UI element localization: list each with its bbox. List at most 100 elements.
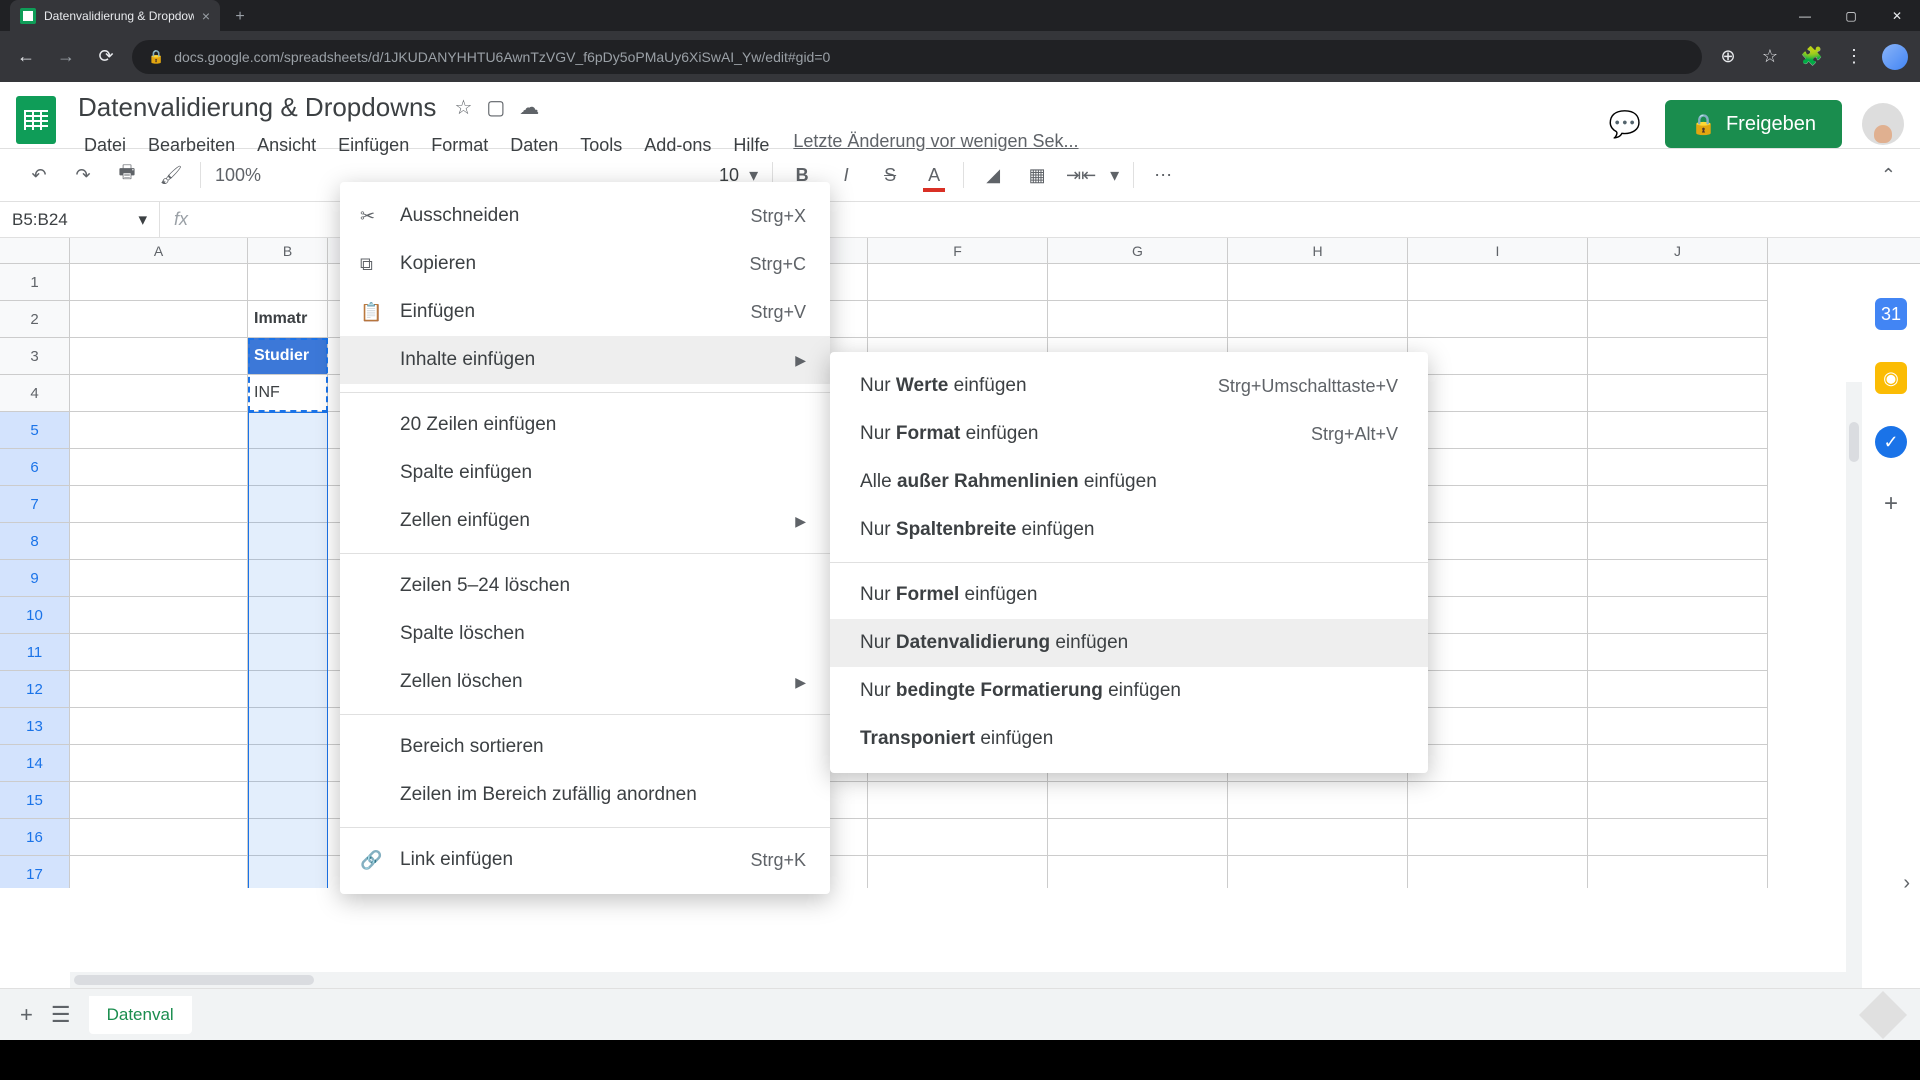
cell[interactable] [868,856,1048,888]
cell[interactable] [1408,819,1588,856]
cell[interactable] [70,264,248,301]
cell[interactable] [70,523,248,560]
ctx-randomize[interactable]: Zeilen im Bereich zufällig anordnen [340,771,830,819]
text-color-button[interactable]: A [919,160,949,190]
cell[interactable] [1588,338,1768,375]
cell[interactable] [248,597,328,634]
cell[interactable] [248,560,328,597]
col-header[interactable]: J [1588,238,1768,263]
strike-button[interactable]: S [875,160,905,190]
cell[interactable] [1588,412,1768,449]
side-panel-chevron-icon[interactable]: › [1903,872,1910,895]
cell[interactable] [248,708,328,745]
collapse-toolbar-icon[interactable]: ⌃ [1881,165,1896,186]
paint-format-button[interactable]: 🖌 [156,160,186,190]
cell[interactable] [1228,264,1408,301]
menu-file[interactable]: Datei [74,131,136,160]
forward-button[interactable]: → [52,46,80,67]
row-header[interactable]: 4 [0,375,70,412]
cell[interactable] [1048,264,1228,301]
ctx-insert-col[interactable]: Spalte einfügen [340,449,830,497]
cell[interactable] [1408,338,1588,375]
share-button[interactable]: 🔒 Freigeben [1665,100,1842,148]
cell[interactable] [70,301,248,338]
cell[interactable] [1588,264,1768,301]
tasks-icon[interactable]: ✓ [1875,426,1907,458]
cell[interactable] [1588,597,1768,634]
cell[interactable] [868,819,1048,856]
cell[interactable] [1588,782,1768,819]
last-edit-link[interactable]: Letzte Änderung vor wenigen Sek... [793,131,1078,160]
row-header[interactable]: 5 [0,412,70,449]
cell[interactable] [1408,671,1588,708]
maximize-button[interactable]: ▢ [1828,0,1874,31]
cell[interactable] [248,449,328,486]
reload-button[interactable]: ⟳ [92,46,120,67]
sheet-tab[interactable]: Datenval [89,996,192,1034]
cell[interactable] [1408,264,1588,301]
row-header[interactable]: 12 [0,671,70,708]
menu-view[interactable]: Ansicht [247,131,326,160]
more-button[interactable]: ⋯ [1148,160,1178,190]
chevron-down-icon[interactable]: ▾ [1110,165,1119,186]
ctx-paste[interactable]: 📋 Einfügen Strg+V [340,288,830,336]
sub-formula-only[interactable]: Nur Formel einfügen [830,571,1428,619]
cell[interactable] [70,338,248,375]
cell[interactable] [1408,301,1588,338]
row-header[interactable]: 10 [0,597,70,634]
row-header[interactable]: 8 [0,523,70,560]
redo-button[interactable]: ↷ [68,160,98,190]
horizontal-scrollbar[interactable] [70,972,1862,988]
menu-addons[interactable]: Add-ons [634,131,721,160]
ctx-delete-rows[interactable]: Zeilen 5–24 löschen [340,562,830,610]
add-sheet-button[interactable]: + [20,1002,33,1028]
close-icon[interactable]: × [202,8,210,24]
ctx-cut[interactable]: ✂ Ausschneiden Strg+X [340,192,830,240]
extensions-icon[interactable]: 🧩 [1798,46,1826,67]
row-header[interactable]: 7 [0,486,70,523]
ctx-copy[interactable]: ⧉ Kopieren Strg+C [340,240,830,288]
address-bar[interactable]: 🔒 docs.google.com/spreadsheets/d/1JKUDAN… [132,40,1702,74]
cell[interactable] [70,819,248,856]
bookmark-icon[interactable]: ☆ [1756,46,1784,67]
sub-data-validation-only[interactable]: Nur Datenvalidierung einfügen [830,619,1428,667]
cell[interactable] [1408,560,1588,597]
cloud-icon[interactable]: ☁ [519,95,539,120]
cell[interactable] [1048,819,1228,856]
sub-format-only[interactable]: Nur Format einfügen Strg+Alt+V [830,410,1428,458]
col-header[interactable]: I [1408,238,1588,263]
col-header[interactable]: F [868,238,1048,263]
zoom-select[interactable]: 100% [215,165,261,186]
cell[interactable] [1588,560,1768,597]
menu-insert[interactable]: Einfügen [328,131,419,160]
cell[interactable] [1588,708,1768,745]
ctx-insert-rows[interactable]: 20 Zeilen einfügen [340,401,830,449]
cell[interactable] [868,301,1048,338]
cell[interactable] [70,856,248,888]
ctx-delete-cells[interactable]: Zellen löschen ▶ [340,658,830,706]
menu-edit[interactable]: Bearbeiten [138,131,245,160]
cell[interactable] [70,634,248,671]
cell[interactable] [1408,486,1588,523]
sub-colwidth-only[interactable]: Nur Spaltenbreite einfügen [830,506,1428,554]
cell[interactable] [248,819,328,856]
cell[interactable] [1408,634,1588,671]
cell[interactable] [70,486,248,523]
cell[interactable] [70,671,248,708]
cell[interactable] [1048,856,1228,888]
borders-button[interactable]: ▦ [1022,160,1052,190]
cell[interactable] [70,745,248,782]
cell[interactable] [248,264,328,301]
row-header[interactable]: 14 [0,745,70,782]
row-header[interactable]: 15 [0,782,70,819]
move-icon[interactable]: ▢ [486,95,505,120]
row-header[interactable]: 17 [0,856,70,888]
row-header[interactable]: 9 [0,560,70,597]
cell[interactable] [1228,782,1408,819]
doc-title[interactable]: Datenvalidierung & Dropdowns [74,90,440,125]
cell[interactable] [1588,856,1768,888]
row-header[interactable]: 11 [0,634,70,671]
cell[interactable] [70,782,248,819]
sub-cond-format-only[interactable]: Nur bedingte Formatierung einfügen [830,667,1428,715]
ctx-paste-special[interactable]: Inhalte einfügen ▶ [340,336,830,384]
